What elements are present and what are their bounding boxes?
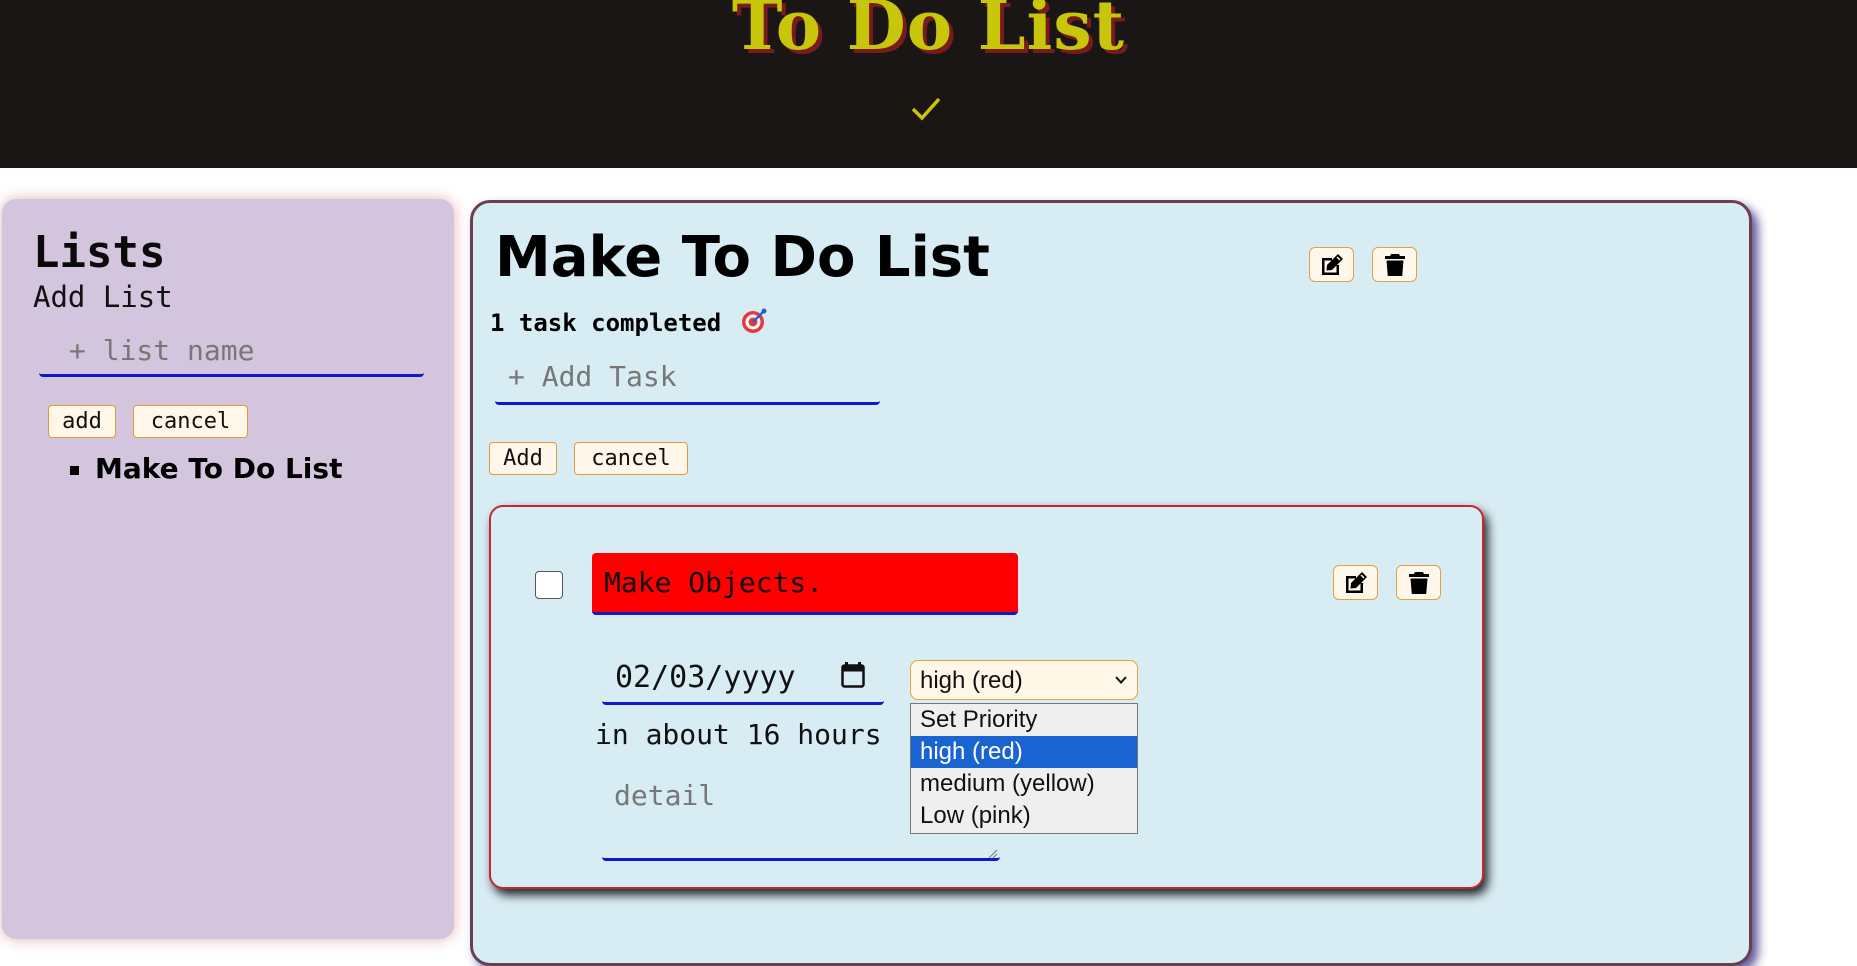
list-title: Make To Do List	[495, 225, 990, 290]
trash-icon	[1384, 253, 1405, 276]
list-item-label: Make To Do List	[95, 452, 343, 485]
priority-dropdown: Set Priority high (red) medium (yellow) …	[910, 703, 1138, 834]
bullet-icon	[70, 466, 79, 475]
tasks-completed-status: 1 task completed	[490, 307, 768, 338]
delete-task-button[interactable]	[1396, 565, 1441, 600]
edit-icon	[1345, 571, 1367, 593]
list-item[interactable]: Make To Do List	[68, 451, 342, 487]
lists-sidebar: Lists Add List add cancel Make To Do Lis…	[2, 199, 454, 939]
sidebar-title: Lists	[33, 227, 166, 278]
edit-icon	[1321, 253, 1343, 275]
priority-option-low[interactable]: Low (pink)	[911, 800, 1137, 832]
task-complete-checkbox[interactable]	[535, 571, 563, 599]
app-title: To Do List	[731, 0, 1126, 66]
edit-list-button[interactable]	[1309, 247, 1354, 282]
due-relative-text: in about 16 hours	[595, 718, 882, 751]
task-card: 02/03/yyyy in about 16 hours high (red) …	[489, 505, 1484, 889]
edit-task-button[interactable]	[1333, 565, 1378, 600]
add-task-input[interactable]	[495, 350, 880, 405]
list-panel: Make To Do List 1 task completed Add can…	[470, 200, 1752, 966]
priority-select[interactable]: high (red)	[910, 660, 1138, 700]
delete-list-button[interactable]	[1372, 247, 1417, 282]
trash-icon	[1408, 571, 1429, 594]
resize-grip-icon[interactable]	[988, 849, 998, 859]
priority-select-value: high (red)	[920, 667, 1023, 694]
cancel-list-button[interactable]: cancel	[133, 405, 248, 438]
priority-option-high[interactable]: high (red)	[911, 736, 1137, 768]
add-list-button[interactable]: add	[48, 405, 116, 438]
list-name-input[interactable]	[39, 327, 424, 377]
target-icon	[741, 308, 767, 333]
chevron-down-icon	[1115, 676, 1127, 684]
add-task-button[interactable]: Add	[489, 442, 557, 475]
due-date-value: 02/03/yyyy	[615, 660, 796, 695]
task-name-input[interactable]	[592, 553, 1018, 615]
calendar-icon[interactable]	[840, 661, 866, 689]
add-list-label: Add List	[33, 280, 173, 314]
cancel-task-button[interactable]: cancel	[574, 442, 688, 475]
tasks-completed-text: 1 task completed	[490, 309, 722, 337]
priority-option-medium[interactable]: medium (yellow)	[911, 768, 1137, 800]
list-items: Make To Do List	[68, 451, 342, 487]
app-header: To Do List	[0, 0, 1857, 168]
priority-option-set[interactable]: Set Priority	[911, 704, 1137, 736]
check-icon	[911, 97, 941, 121]
due-date-input[interactable]: 02/03/yyyy	[602, 651, 884, 705]
